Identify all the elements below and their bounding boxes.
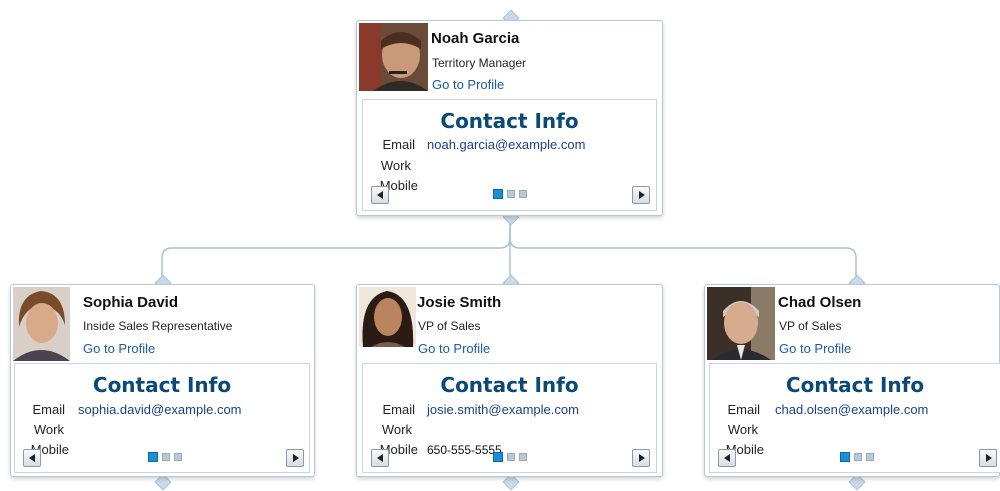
left-arrow-icon — [377, 454, 383, 462]
email-label: Email — [382, 402, 415, 417]
page-dot-3[interactable] — [174, 453, 182, 461]
next-page-button[interactable] — [632, 449, 650, 467]
employee-name: Josie Smith — [417, 294, 502, 311]
employee-card-noah-garcia[interactable]: Noah Garcia Territory Manager Go to Prof… — [356, 20, 663, 216]
right-arrow-icon — [639, 191, 645, 199]
employee-title: Territory Manager — [432, 56, 527, 70]
page-dot-2[interactable] — [507, 190, 515, 198]
page-dot-1[interactable] — [493, 452, 503, 462]
employee-card-josie-smith[interactable]: Josie Smith VP of Sales Go to Profile Co… — [356, 284, 663, 477]
email-value[interactable]: chad.olsen@example.com — [775, 402, 928, 417]
page-indicator — [493, 452, 533, 462]
contact-info-heading: Contact Info — [440, 373, 579, 397]
avatar — [359, 23, 428, 91]
contact-info-heading: Contact Info — [440, 109, 579, 133]
work-label: Work — [381, 422, 412, 437]
page-dot-1[interactable] — [840, 452, 850, 462]
avatar — [707, 287, 775, 360]
next-page-button[interactable] — [632, 186, 650, 204]
avatar — [359, 287, 416, 347]
email-value[interactable]: sophia.david@example.com — [78, 402, 242, 417]
employee-title: Inside Sales Representative — [83, 319, 233, 333]
right-arrow-icon — [986, 454, 992, 462]
go-to-profile-link[interactable]: Go to Profile — [779, 341, 851, 356]
employee-name: Chad Olsen — [778, 294, 862, 311]
contact-info-panel: Contact Info Email noah.garcia@example.c… — [362, 99, 657, 211]
page-dot-1[interactable] — [493, 189, 503, 199]
page-dot-3[interactable] — [519, 453, 527, 461]
page-indicator — [840, 452, 880, 462]
left-arrow-icon — [29, 454, 35, 462]
right-arrow-icon — [293, 454, 299, 462]
mobile-value[interactable]: 650-555-5555 — [427, 443, 502, 457]
avatar — [13, 287, 70, 361]
page-indicator — [493, 189, 533, 199]
page-dot-3[interactable] — [519, 190, 527, 198]
page-dot-2[interactable] — [854, 453, 862, 461]
email-value[interactable]: josie.smith@example.com — [427, 402, 579, 417]
left-arrow-icon — [724, 454, 730, 462]
employee-name: Sophia David — [83, 294, 179, 311]
employee-card-chad-olsen[interactable]: Chad Olsen VP of Sales Go to Profile Con… — [704, 284, 1000, 477]
left-arrow-icon — [377, 191, 383, 199]
employee-title: VP of Sales — [418, 319, 481, 333]
go-to-profile-link[interactable]: Go to Profile — [83, 341, 155, 356]
go-to-profile-link[interactable]: Go to Profile — [418, 341, 490, 356]
work-label: Work — [727, 422, 758, 437]
page-indicator — [148, 452, 188, 462]
page-dot-3[interactable] — [866, 453, 874, 461]
contact-info-heading: Contact Info — [785, 373, 925, 397]
next-page-button[interactable] — [979, 449, 997, 467]
employee-card-sophia-david[interactable]: Sophia David Inside Sales Representative… — [10, 284, 315, 477]
contact-info-panel: Contact Info Email sophia.david@example.… — [14, 363, 310, 473]
employee-title: VP of Sales — [779, 319, 842, 333]
page-dot-1[interactable] — [148, 452, 158, 462]
contact-info-panel: Contact Info Email chad.olsen@example.co… — [709, 363, 1000, 473]
email-label: Email — [382, 137, 415, 152]
previous-page-button[interactable] — [371, 186, 389, 204]
email-label: Email — [727, 402, 760, 417]
contact-info-panel: Contact Info Email josie.smith@example.c… — [362, 363, 657, 473]
previous-page-button[interactable] — [23, 449, 41, 467]
page-dot-2[interactable] — [507, 453, 515, 461]
email-value[interactable]: noah.garcia@example.com — [427, 137, 585, 152]
next-page-button[interactable] — [286, 449, 304, 467]
right-arrow-icon — [639, 454, 645, 462]
go-to-profile-link[interactable]: Go to Profile — [432, 77, 504, 92]
contact-info-heading: Contact Info — [92, 373, 232, 397]
previous-page-button[interactable] — [718, 449, 736, 467]
page-dot-2[interactable] — [162, 453, 170, 461]
work-label: Work — [380, 158, 411, 173]
work-label: Work — [33, 422, 64, 437]
employee-name: Noah Garcia — [431, 30, 520, 47]
email-label: Email — [32, 402, 65, 417]
previous-page-button[interactable] — [371, 449, 389, 467]
